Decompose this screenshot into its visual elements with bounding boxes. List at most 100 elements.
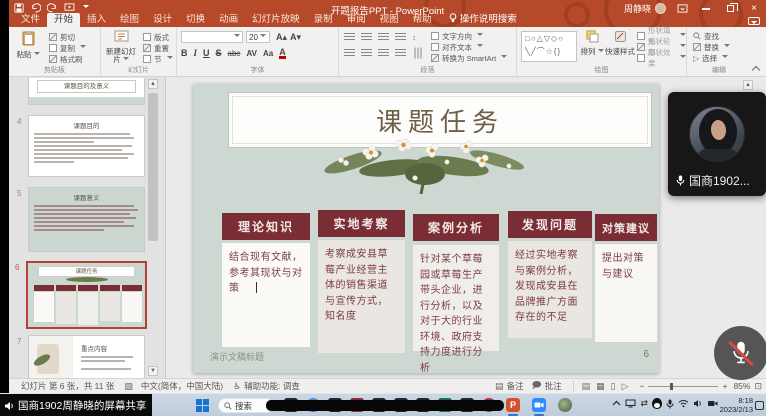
save-icon[interactable] <box>14 3 24 13</box>
notification-center-icon[interactable] <box>755 401 764 410</box>
display-icon[interactable] <box>625 399 636 408</box>
tab-draw[interactable]: 绘图 <box>113 13 146 27</box>
column-body-3[interactable]: 针对某个草莓园或草莓生产带头企业，进行分析，以及对于大的行业环境、政府支持力度进… <box>413 245 499 351</box>
character-spacing-icon[interactable]: AV <box>246 49 257 58</box>
zoom-out-icon[interactable]: − <box>640 381 645 391</box>
copy-button[interactable]: 复制 <box>49 43 86 53</box>
thumbnail-slide-6-selected[interactable]: 课题任务 <box>26 261 147 329</box>
tab-animations[interactable]: 动画 <box>212 13 245 27</box>
zoom-slider[interactable] <box>648 386 718 387</box>
tab-home[interactable]: 开始 <box>47 13 80 27</box>
comments-button[interactable]: 批注 <box>545 380 562 392</box>
accessibility-status[interactable]: 辅助功能: 调查 <box>244 380 300 392</box>
collapse-ribbon-icon[interactable] <box>752 64 760 72</box>
tab-help[interactable]: 帮助 <box>406 13 439 27</box>
new-slide-button[interactable]: 新建幻灯片 <box>103 30 139 64</box>
column-header-1[interactable]: 理论知识 <box>222 213 310 240</box>
thumbnail-slide-4[interactable]: 课题目的 <box>28 115 145 177</box>
tray-expand-icon[interactable] <box>612 400 621 407</box>
taskbar-meeting-icon[interactable] <box>532 398 546 412</box>
spell-check-icon[interactable]: ▨ <box>124 381 133 392</box>
windows-start-button[interactable] <box>196 399 209 412</box>
taskbar-powerpoint-icon[interactable]: P <box>506 398 520 412</box>
column-body-5[interactable]: 提出对策与建议 <box>595 244 657 342</box>
format-painter-button[interactable]: 格式刷 <box>49 54 83 64</box>
tab-record[interactable]: 录制 <box>307 13 340 27</box>
replace-button[interactable]: 替换 <box>693 42 730 52</box>
underline-icon[interactable]: U <box>203 48 210 58</box>
column-body-4[interactable]: 经过实地考察与案例分析，发现成安县在品牌推广方面存在的不足 <box>508 241 592 338</box>
align-text-button[interactable]: 对齐文本 <box>431 42 483 52</box>
shape-effects-button[interactable]: 形状效果 <box>637 53 686 63</box>
font-size-combobox[interactable]: 20 <box>246 31 270 43</box>
column-header-2[interactable]: 实地考察 <box>318 210 405 237</box>
tell-me-search[interactable]: 操作说明搜索 <box>449 11 517 27</box>
select-button[interactable]: ▷选择 <box>693 53 728 63</box>
slide-sorter-view-icon[interactable]: ▦ <box>596 381 605 392</box>
shapes-gallery[interactable]: □○△▽◇○ ╲╱⌒☆{} <box>521 31 577 62</box>
convert-smartart-button[interactable]: 转换为 SmartArt <box>431 53 507 63</box>
increase-indent-icon[interactable] <box>395 33 406 41</box>
column-body-2[interactable]: 考察成安县草莓产业经营主体的销售渠道与宣传方式，知名度 <box>318 240 405 353</box>
font-name-combobox[interactable] <box>181 31 243 43</box>
zoom-level[interactable]: 85% <box>733 381 750 391</box>
bullets-icon[interactable] <box>344 33 355 41</box>
zoom-in-icon[interactable]: + <box>722 381 727 391</box>
tab-transitions[interactable]: 切换 <box>179 13 212 27</box>
wifi-icon[interactable] <box>678 399 689 408</box>
numbering-icon[interactable] <box>361 33 372 41</box>
shadow-icon[interactable]: S <box>216 48 222 58</box>
justify-icon[interactable] <box>395 49 406 57</box>
slide-6-canvas[interactable]: 课题任务 <box>193 84 659 373</box>
thumbnails-scrollbar[interactable] <box>148 93 158 241</box>
tab-file[interactable]: 文件 <box>14 13 47 27</box>
volume-icon[interactable] <box>693 399 703 408</box>
thumbnails-scroll-up-icon[interactable]: ▲ <box>148 79 158 89</box>
camera-icon[interactable] <box>707 399 718 408</box>
meeting-webcam-overlay[interactable]: 国商1902... <box>668 92 766 196</box>
tab-insert[interactable]: 插入 <box>80 13 113 27</box>
redo-icon[interactable] <box>47 3 58 13</box>
grow-font-icon[interactable]: A▴ <box>276 32 287 43</box>
decrease-indent-icon[interactable] <box>378 33 389 41</box>
slide-footer-placeholder[interactable]: 演示文稿标题 <box>210 350 264 363</box>
align-center-icon[interactable] <box>361 49 372 57</box>
start-slideshow-icon[interactable] <box>64 3 75 12</box>
layout-button[interactable]: 版式 <box>143 32 169 42</box>
font-color-icon[interactable]: A <box>279 48 286 59</box>
taskbar-app-icon-profile[interactable] <box>558 398 572 412</box>
section-button[interactable]: 节 <box>143 54 173 64</box>
canvas-scroll-up-icon[interactable]: ▲ <box>743 80 753 90</box>
line-spacing-icon[interactable]: ↕ <box>412 33 416 42</box>
align-right-icon[interactable] <box>378 49 389 57</box>
sync-arrows-icon[interactable]: ⇄ <box>640 398 648 409</box>
column-header-3[interactable]: 案例分析 <box>413 214 499 241</box>
thumbnail-slide-7[interactable]: 重点内容 <box>28 335 145 378</box>
cut-button[interactable]: 剪切 <box>49 32 75 42</box>
taskbar-clock[interactable]: 8:18 2023/2/13 <box>720 397 753 414</box>
column-header-5[interactable]: 对策建议 <box>595 214 657 241</box>
reset-button[interactable]: 重置 <box>143 43 169 53</box>
text-direction-button[interactable]: 文字方向 <box>431 31 483 41</box>
fit-slide-icon[interactable]: ⊡ <box>754 381 762 392</box>
strikethrough-icon[interactable]: abc <box>228 49 241 58</box>
columns-icon[interactable] <box>414 48 422 59</box>
quick-styles-button[interactable]: 快速样式 <box>605 30 635 56</box>
slideshow-view-icon[interactable]: ▷ <box>622 381 629 392</box>
qat-customize-icon[interactable] <box>83 5 89 11</box>
screen-share-banner[interactable]: 国商1902周静晓的屏幕共享 <box>0 394 152 416</box>
thumbnail-slide-3[interactable]: 课题目的及意义 <box>28 78 145 105</box>
tab-view[interactable]: 视图 <box>373 13 406 27</box>
language-indicator[interactable]: 中文(简体，中国大陆) <box>141 380 223 392</box>
change-case-icon[interactable]: Aa <box>263 49 273 58</box>
zoom-slider-thumb[interactable] <box>670 383 673 390</box>
thumbnails-scroll-down-icon[interactable]: ▼ <box>148 366 158 376</box>
align-left-icon[interactable] <box>344 49 355 57</box>
column-body-1[interactable]: 结合现有文献，参考其现状与对策 <box>222 243 310 347</box>
qq-icon[interactable] <box>652 398 662 409</box>
shrink-font-icon[interactable]: A▾ <box>290 32 301 43</box>
notes-button[interactable]: 备注 <box>507 380 524 392</box>
tray-mic-icon[interactable] <box>666 399 674 409</box>
find-button[interactable]: 查找 <box>693 31 719 41</box>
bold-icon[interactable]: B <box>181 48 188 58</box>
